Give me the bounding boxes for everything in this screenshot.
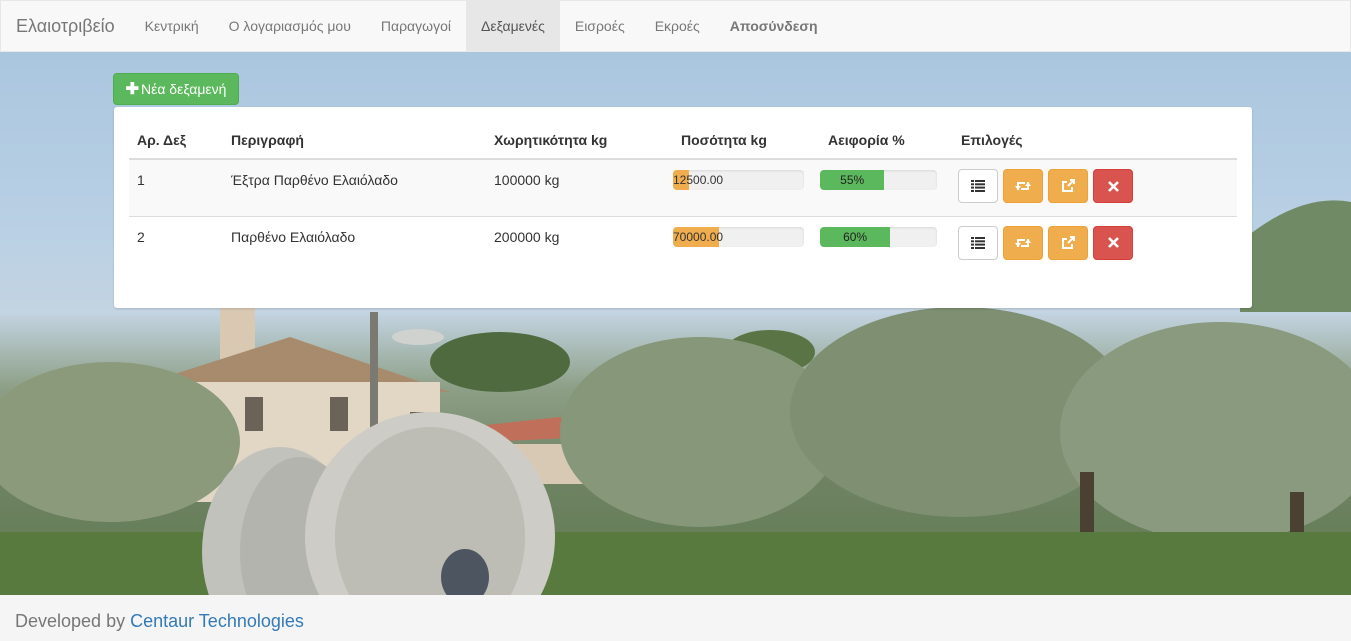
cell-capacity: 100000 kg	[486, 158, 673, 216]
footer-prefix: Developed by	[15, 611, 126, 631]
new-tank-label: Νέα δεξαμενή	[140, 81, 227, 97]
header-tank-number: Αρ. Δεξ	[129, 122, 223, 160]
delete-button[interactable]	[1093, 169, 1133, 203]
nav-item-home[interactable]: Κεντρική	[130, 1, 214, 51]
header-options: Επιλογές	[953, 122, 1237, 160]
table-row: 1 Έξτρα Παρθένο Ελαιόλαδο 100000 kg 1250…	[129, 158, 1237, 216]
nav-item-account[interactable]: Ο λογαριασμός μου	[214, 1, 366, 51]
sustainability-progress: 55%	[820, 170, 937, 190]
sustainability-value: 60%	[843, 229, 868, 244]
export-button[interactable]	[1048, 225, 1088, 260]
details-button[interactable]	[958, 225, 998, 260]
header-sustainability: Αειφορία %	[820, 122, 953, 160]
header-quantity: Ποσότητα kg	[673, 122, 820, 160]
row-actions	[958, 225, 1229, 260]
tanks-table: Αρ. Δεξ Περιγραφή Χωρητικότητα kg Ποσότη…	[129, 122, 1237, 273]
transfer-button[interactable]	[1003, 225, 1043, 260]
transfer-button[interactable]	[1003, 169, 1043, 203]
row-actions	[958, 169, 1229, 203]
cell-tank-number: 2	[129, 215, 223, 273]
nav-item-inputs[interactable]: Εισροές	[560, 1, 640, 51]
quantity-progress-bar: 12500.00	[673, 170, 723, 190]
header-capacity: Χωρητικότητα kg	[486, 122, 673, 160]
delete-button[interactable]	[1093, 225, 1133, 260]
sustainability-progress: 60%	[820, 226, 937, 247]
cell-options	[953, 158, 1237, 216]
remove-icon	[1107, 180, 1119, 192]
nav-item-producers[interactable]: Παραγωγοί	[366, 1, 466, 51]
cell-quantity: 12500.00	[673, 158, 820, 216]
quantity-progress: 70000.00	[673, 226, 804, 247]
cell-options	[953, 215, 1237, 273]
sustainability-progress-bar: 55%	[820, 170, 885, 190]
quantity-progress: 12500.00	[673, 170, 804, 190]
list-icon	[971, 180, 985, 192]
brand-link[interactable]: Ελαιοτριβείο	[1, 1, 130, 51]
nav-item-outputs[interactable]: Εκροές	[640, 1, 715, 51]
plus-icon: ✚	[125, 81, 139, 98]
table-row: 2 Παρθένο Ελαιόλαδο 200000 kg 70000.00 6…	[129, 215, 1237, 273]
tanks-panel: Αρ. Δεξ Περιγραφή Χωρητικότητα kg Ποσότη…	[114, 107, 1252, 308]
share-icon	[1062, 179, 1075, 192]
navbar: Ελαιοτριβείο Κεντρική Ο λογαριασμός μου …	[0, 0, 1351, 52]
cell-sustainability: 60%	[820, 215, 953, 273]
share-icon	[1062, 235, 1075, 249]
cell-description: Παρθένο Ελαιόλαδο	[223, 215, 486, 273]
retweet-icon	[1015, 182, 1031, 190]
header-description: Περιγραφή	[223, 122, 486, 160]
cell-capacity: 200000 kg	[486, 215, 673, 273]
sustainability-progress-bar: 60%	[820, 226, 891, 247]
quantity-value: 70000.00	[673, 229, 724, 244]
cell-sustainability: 55%	[820, 158, 953, 216]
new-tank-button[interactable]: ✚ Νέα δεξαμενή	[113, 73, 239, 105]
quantity-progress-bar: 70000.00	[673, 226, 723, 247]
nav-item-logout[interactable]: Αποσύνδεση	[715, 1, 833, 51]
export-button[interactable]	[1048, 169, 1088, 203]
nav-menu: Κεντρική Ο λογαριασμός μου Παραγωγοί Δεξ…	[130, 1, 833, 51]
sustainability-value: 55%	[840, 173, 865, 187]
cell-quantity: 70000.00	[673, 215, 820, 273]
details-button[interactable]	[958, 169, 998, 203]
cell-tank-number: 1	[129, 158, 223, 216]
nav-item-tanks[interactable]: Δεξαμενές	[465, 1, 560, 51]
list-icon	[971, 236, 985, 249]
retweet-icon	[1015, 238, 1031, 247]
cell-description: Έξτρα Παρθένο Ελαιόλαδο	[223, 158, 486, 216]
table-header-row: Αρ. Δεξ Περιγραφή Χωρητικότητα kg Ποσότη…	[129, 122, 1237, 160]
remove-icon	[1107, 237, 1119, 248]
footer: Developed by Centaur Technologies	[0, 595, 1351, 641]
quantity-value: 12500.00	[673, 173, 724, 187]
company-link[interactable]: Centaur Technologies	[130, 611, 304, 631]
